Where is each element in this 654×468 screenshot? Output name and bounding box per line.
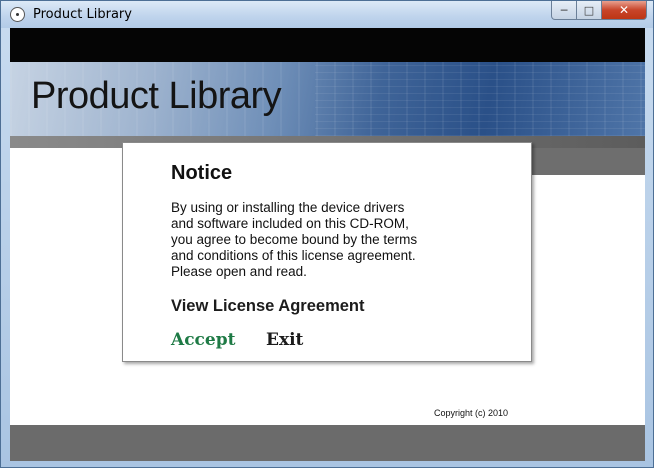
app-window: Product Library ─ □ ✕ Product Library Co…: [0, 0, 654, 468]
notice-body-line: By using or installing the device driver…: [171, 200, 405, 215]
header-banner: Product Library: [10, 62, 645, 136]
window-title: Product Library: [33, 7, 132, 22]
notice-body-line: Please open and read.: [171, 264, 307, 279]
top-black-bar: [10, 28, 645, 62]
title-bar[interactable]: Product Library ─ □ ✕: [1, 1, 653, 28]
notice-body-line: and conditions of this license agreement…: [171, 248, 416, 263]
minimize-button[interactable]: ─: [551, 1, 577, 20]
notice-dialog: Notice By using or installing the device…: [122, 142, 532, 362]
maximize-button[interactable]: □: [577, 1, 602, 20]
notice-body-line: and software included on this CD-ROM,: [171, 216, 409, 231]
right-gray-block: [529, 148, 645, 175]
banner-decoration: [315, 62, 645, 136]
notice-title: Notice: [171, 162, 233, 184]
footer-bar: [10, 425, 645, 461]
cd-disc-icon: [10, 7, 25, 22]
accept-button[interactable]: Accept: [171, 330, 235, 350]
close-button[interactable]: ✕: [602, 1, 647, 20]
window-controls: ─ □ ✕: [551, 1, 647, 20]
banner-title: Product Library: [31, 75, 282, 117]
client-area: Product Library Copyright (c) 2010 Notic…: [10, 28, 645, 461]
exit-button[interactable]: Exit: [266, 330, 303, 350]
notice-body: By using or installing the device driver…: [171, 200, 471, 280]
copyright-text: Copyright (c) 2010: [434, 408, 509, 418]
view-license-link[interactable]: View License Agreement: [171, 297, 365, 316]
notice-body-line: you agree to become bound by the terms: [171, 232, 418, 247]
